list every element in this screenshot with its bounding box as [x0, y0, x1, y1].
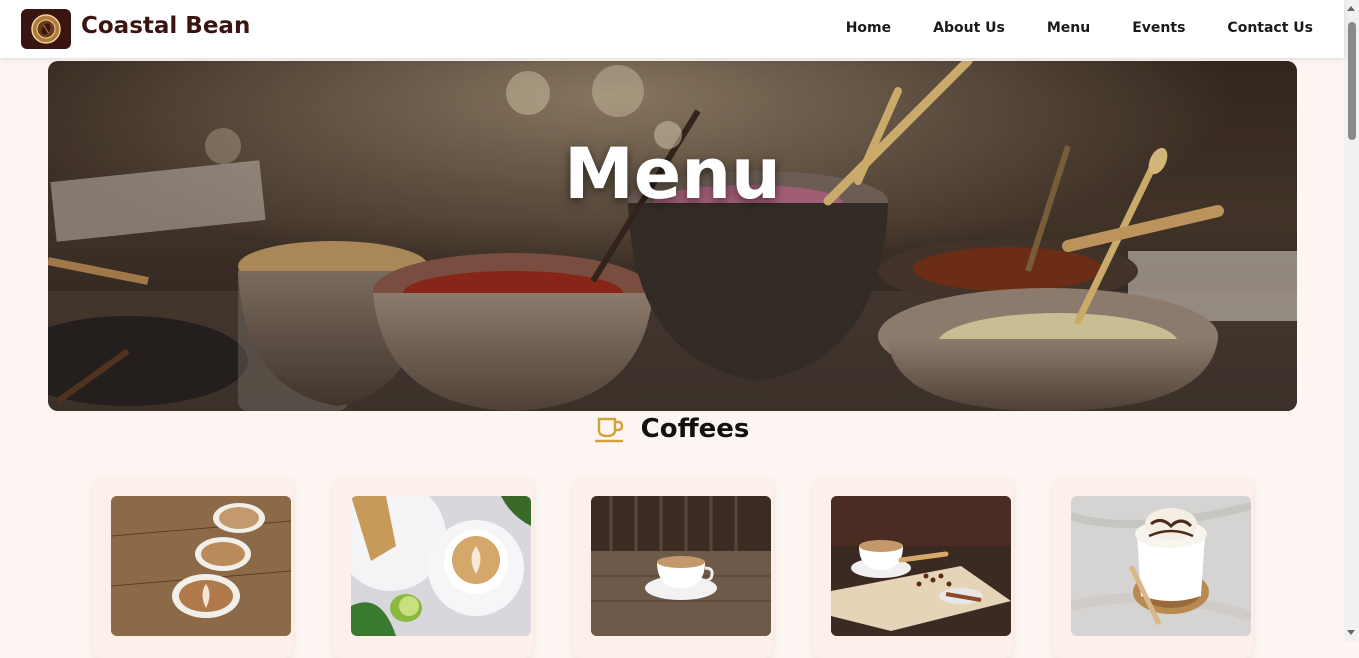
- scroll-down-icon[interactable]: [1347, 630, 1355, 635]
- card-image: [1071, 496, 1251, 636]
- card-image: [111, 496, 291, 636]
- coffee-card[interactable]: [333, 478, 533, 658]
- scrollbar-thumb[interactable]: [1348, 22, 1356, 140]
- hero-banner: Menu: [48, 61, 1297, 411]
- coffees-section-header: Coffees: [0, 414, 1344, 444]
- hot-chocolate-photo: [1071, 496, 1251, 636]
- nav-events[interactable]: Events: [1132, 20, 1185, 36]
- card-image: [591, 496, 771, 636]
- cappuccino-on-board-photo: [831, 496, 1011, 636]
- coffee-cup-icon: [594, 417, 623, 443]
- card-image: [351, 496, 531, 636]
- brand-name[interactable]: Coastal Bean: [81, 13, 250, 39]
- coffee-card[interactable]: [93, 478, 293, 658]
- latte-with-lime-photo: [351, 496, 531, 636]
- page-scrollbar[interactable]: [1344, 0, 1359, 641]
- main-nav: Home About Us Menu Events Contact Us: [804, 20, 1313, 36]
- hero-title: Menu: [564, 133, 781, 215]
- nav-about-us[interactable]: About Us: [933, 20, 1005, 36]
- section-title: Coffees: [640, 414, 750, 444]
- nav-menu[interactable]: Menu: [1047, 20, 1090, 36]
- coffee-on-wood-table-photo: [591, 496, 771, 636]
- brand-logo[interactable]: [21, 9, 71, 49]
- hero-image: [48, 61, 1297, 411]
- coffee-card[interactable]: [573, 478, 773, 658]
- nav-home[interactable]: Home: [846, 20, 891, 36]
- coffee-bean-logo-icon: [31, 14, 61, 44]
- nav-contact-us[interactable]: Contact Us: [1227, 20, 1313, 36]
- scroll-up-icon[interactable]: [1347, 6, 1355, 11]
- card-image: [831, 496, 1011, 636]
- three-latte-art-cups-photo: [111, 496, 291, 636]
- top-navbar: Coastal Bean Home About Us Menu Events C…: [0, 0, 1344, 58]
- coffee-card[interactable]: [813, 478, 1013, 658]
- coffee-card[interactable]: [1053, 478, 1253, 658]
